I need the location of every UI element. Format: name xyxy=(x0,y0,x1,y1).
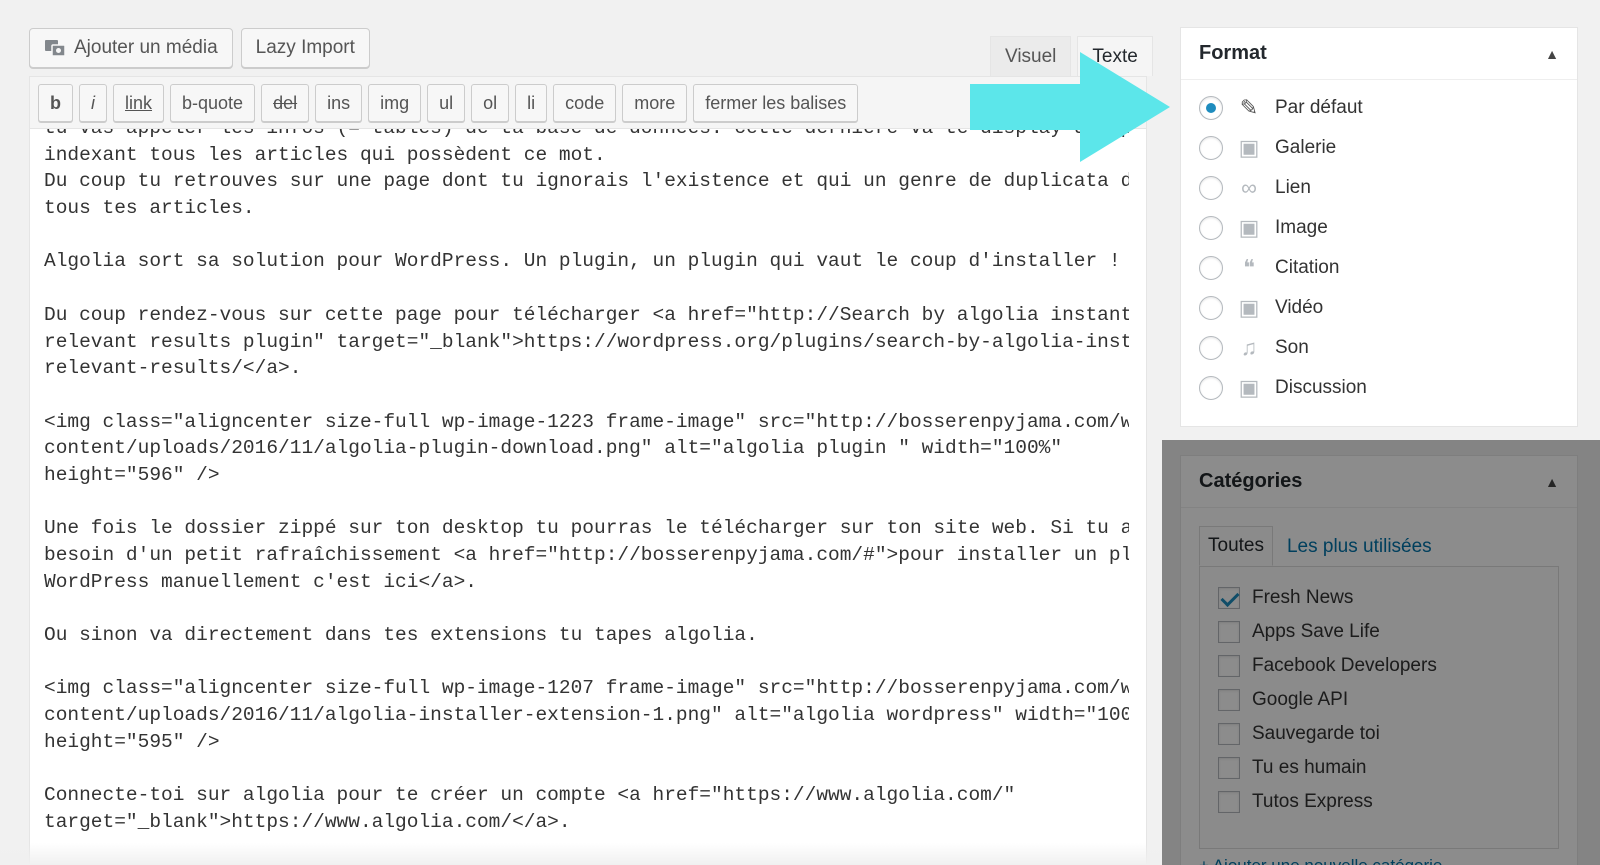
format-toggle-icon[interactable]: ▲ xyxy=(1545,46,1559,62)
format-radio[interactable] xyxy=(1199,216,1223,240)
format-option-3[interactable]: ▣ Image xyxy=(1199,208,1559,248)
quicktag-more-button[interactable]: more xyxy=(622,84,688,122)
content-line: height="596" /> xyxy=(44,463,220,486)
format-option-1[interactable]: ▣ Galerie xyxy=(1199,128,1559,168)
content-line: <img class="aligncenter size-full wp-ima… xyxy=(44,677,1129,700)
quicktag-ul-button[interactable]: ul xyxy=(427,84,466,122)
quicktag-i-button[interactable]: i xyxy=(79,84,107,122)
content-line: besoin d'un petit rafraîchissement <a hr… xyxy=(44,544,1129,566)
format-option-label: Par défaut xyxy=(1275,97,1363,118)
chat-icon: ▣ xyxy=(1238,375,1260,400)
format-radio[interactable] xyxy=(1199,176,1223,200)
content-line xyxy=(44,382,1129,409)
format-option-2[interactable]: ∞ Lien xyxy=(1199,168,1559,208)
content-line: Du coup tu retrouves sur une page dont t… xyxy=(44,170,1129,193)
content-line xyxy=(44,649,1129,676)
content-line: Une fois le dossier zippé sur ton deskto… xyxy=(44,517,1129,540)
format-option-5[interactable]: ▣ Vidéo xyxy=(1199,288,1559,328)
quicktag-code-button[interactable]: code xyxy=(553,84,617,122)
format-option-label: Image xyxy=(1275,217,1328,238)
format-metabox: Format ▲ ✎ Par défaut ▣ Galerie ∞ Lien ▣ Image ❝… xyxy=(1180,27,1578,427)
format-option-4[interactable]: ❝ Citation xyxy=(1199,248,1559,288)
content-line: content/uploads/2016/11/algolia-plugin-d… xyxy=(44,437,1063,460)
pointer-arrow-icon xyxy=(970,52,1170,162)
quicktag-link-button[interactable]: link xyxy=(113,84,165,122)
format-option-label: Vidéo xyxy=(1275,297,1324,318)
content-line: content/uploads/2016/11/algolia-installe… xyxy=(44,704,1129,727)
content-line xyxy=(44,595,1129,622)
format-header[interactable]: Format ▲ xyxy=(1181,28,1577,80)
dim-overlay xyxy=(1162,440,1600,865)
content-line: Ou sinon va directement dans tes extensi… xyxy=(44,624,758,647)
format-option-label: Son xyxy=(1275,337,1309,358)
format-radio[interactable] xyxy=(1199,336,1223,360)
add-media-button[interactable]: Ajouter un média xyxy=(29,28,233,68)
format-option-label: Lien xyxy=(1275,177,1311,198)
quicktag-b-button[interactable]: b xyxy=(38,84,73,122)
content-line: relevant results plugin" target="_blank"… xyxy=(44,330,1129,353)
format-option-6[interactable]: ♫ Son xyxy=(1199,328,1559,368)
content-line xyxy=(44,756,1129,783)
video-icon: ▣ xyxy=(1238,295,1260,320)
image-icon: ▣ xyxy=(1238,215,1260,240)
text-editor: tu vas appeler les infos (= tables) de t… xyxy=(29,76,1147,865)
content-line: WordPress manuellement c'est ici</a>. xyxy=(44,570,477,593)
content-textarea[interactable]: tu vas appeler les infos (= tables) de t… xyxy=(44,115,1129,865)
quicktag-del-button[interactable]: del xyxy=(261,84,310,122)
format-option-7[interactable]: ▣ Discussion xyxy=(1199,368,1559,408)
content-line xyxy=(44,275,1129,302)
format-radio[interactable] xyxy=(1199,296,1223,320)
format-radio[interactable] xyxy=(1199,256,1223,280)
lazy-import-button[interactable]: Lazy Import xyxy=(240,28,370,68)
wp-post-editor-screen: Ajouter un média Lazy Import Visuel Text… xyxy=(0,0,1600,865)
content-line: Du coup rendez-vous sur cette page pour … xyxy=(44,303,1129,326)
media-buttons-bar: Ajouter un média Lazy Import xyxy=(29,28,370,68)
pin-icon: ✎ xyxy=(1239,95,1259,120)
quicktag-img-button[interactable]: img xyxy=(368,84,422,122)
format-radio[interactable] xyxy=(1199,376,1223,400)
audio-icon: ♫ xyxy=(1240,335,1258,360)
quote-icon: ❝ xyxy=(1243,255,1255,280)
quicktag-fermer-les-balises-button[interactable]: fermer les balises xyxy=(693,84,859,122)
content-line: Connecte-toi sur algolia pour te créer u… xyxy=(44,784,1016,807)
format-radio[interactable] xyxy=(1199,96,1223,120)
content-line: height="595" /> xyxy=(44,730,220,753)
content-line xyxy=(44,489,1129,516)
content-line: indexant tous les articles qui possèdent… xyxy=(44,143,606,166)
add-media-label: Ajouter un média xyxy=(74,37,218,58)
content-line: relevant-results/</a>. xyxy=(44,357,302,380)
media-icon xyxy=(44,37,66,59)
format-options-list: ✎ Par défaut ▣ Galerie ∞ Lien ▣ Image ❝ Citation ▣… xyxy=(1181,80,1577,416)
quicktag-li-button[interactable]: li xyxy=(515,84,548,122)
format-option-0[interactable]: ✎ Par défaut xyxy=(1199,88,1559,128)
quicktag-ins-button[interactable]: ins xyxy=(315,84,363,122)
quicktag-ol-button[interactable]: ol xyxy=(471,84,510,122)
format-radio[interactable] xyxy=(1199,136,1223,160)
format-option-label: Galerie xyxy=(1275,137,1337,158)
content-line: target="_blank">https://www.algolia.com/… xyxy=(44,810,571,833)
link-icon: ∞ xyxy=(1241,175,1257,200)
format-title: Format xyxy=(1199,42,1267,64)
quicktag-b-quote-button[interactable]: b-quote xyxy=(170,84,256,122)
format-option-label: Discussion xyxy=(1275,377,1367,398)
content-line: <img class="aligncenter size-full wp-ima… xyxy=(44,410,1129,433)
gallery-icon: ▣ xyxy=(1238,135,1260,160)
content-line xyxy=(44,222,1129,249)
format-option-label: Citation xyxy=(1275,257,1340,278)
lazy-import-label: Lazy Import xyxy=(255,37,355,58)
content-line: tous tes articles. xyxy=(44,197,255,220)
bottom-fade xyxy=(0,843,1160,865)
content-line: Algolia sort sa solution pour WordPress.… xyxy=(44,250,1121,273)
